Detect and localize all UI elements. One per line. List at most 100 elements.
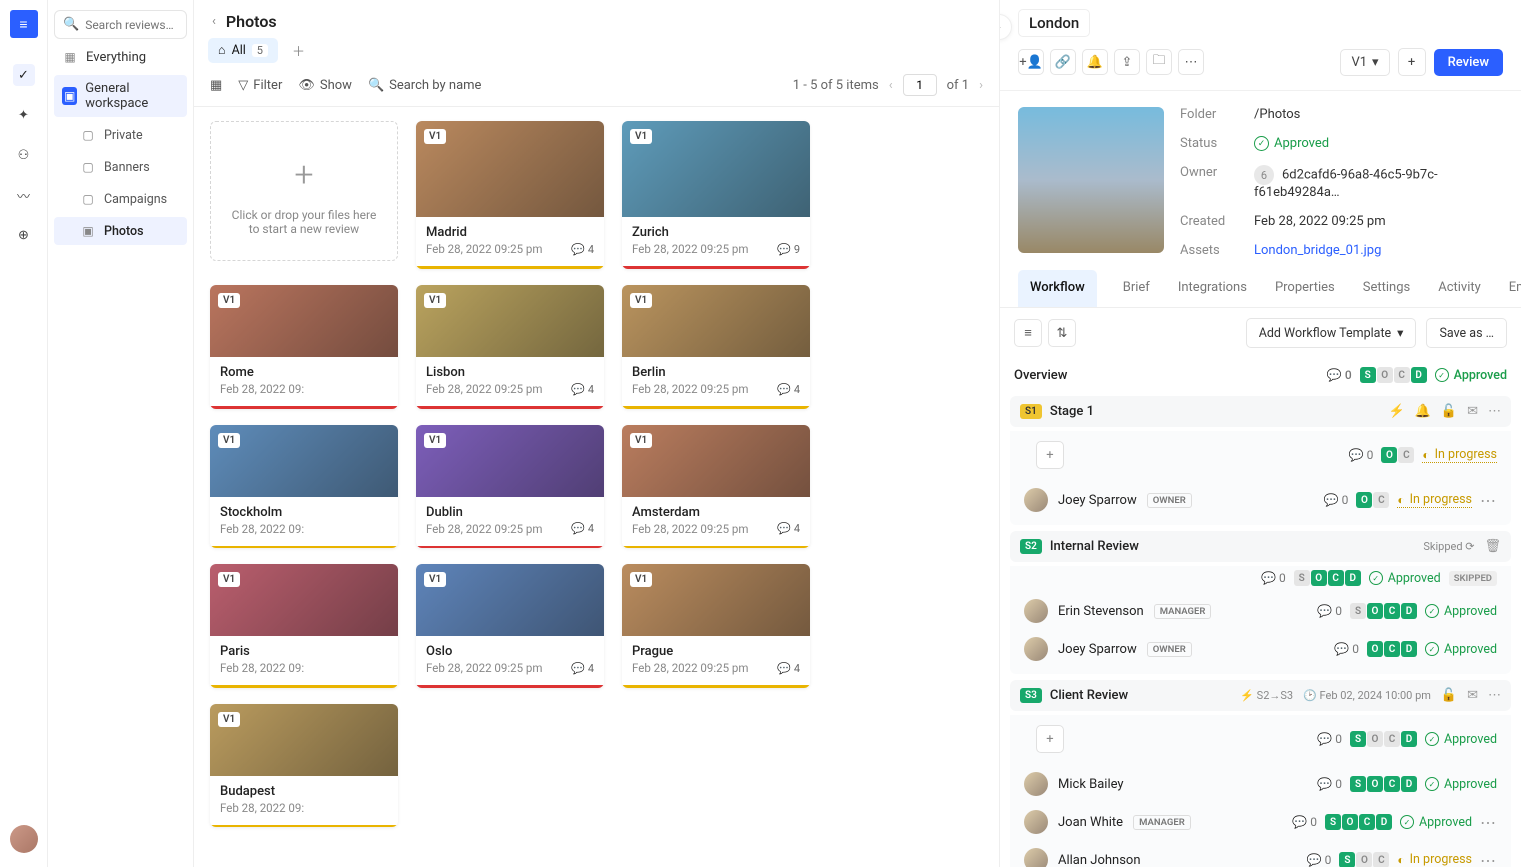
status-approved: Approved <box>1425 777 1497 792</box>
bell-icon[interactable]: 🔔 <box>1415 404 1431 419</box>
row-more-icon[interactable]: ⋯ <box>1480 813 1497 832</box>
nav-campaigns[interactable]: ▢ Campaigns <box>54 185 187 213</box>
view-grid-button[interactable]: ▦ <box>210 78 222 93</box>
rail-analytics-icon[interactable]: 〰 <box>13 184 35 206</box>
page-input[interactable] <box>903 74 937 96</box>
folder-add-icon[interactable]: 🗀 <box>1146 49 1172 75</box>
card-title: Berlin <box>632 365 800 380</box>
tab-all[interactable]: ⌂ All 5 <box>208 38 278 63</box>
lock-icon[interactable]: 🔓 <box>1441 404 1457 419</box>
stage-header[interactable]: S3Client Review ⚡ S2→S3🕑 Feb 02, 2024 10… <box>1010 680 1511 711</box>
rail-add-icon[interactable]: ⊕ <box>13 224 35 246</box>
nav-private-label: Private <box>104 128 143 143</box>
rail-sparkle-icon[interactable]: ✦ <box>13 104 35 126</box>
version-selector[interactable]: V1▾ <box>1340 49 1389 76</box>
card-title: Zurich <box>632 225 800 240</box>
app-logo[interactable]: ≡ <box>10 10 38 38</box>
nav-private[interactable]: ▢ Private <box>54 121 187 149</box>
review-card[interactable]: V1 Dublin Feb 28, 2022 09:25 pm💬 4 <box>416 425 604 549</box>
review-card[interactable]: V1 Berlin Feb 28, 2022 09:25 pm💬 4 <box>622 285 810 409</box>
version-chip: V1 <box>630 572 652 587</box>
workflow-tab-settings[interactable]: Settings <box>1361 270 1412 307</box>
card-grid: + Click or drop your files here to start… <box>194 107 999 867</box>
review-card[interactable]: V1 Madrid Feb 28, 2022 09:25 pm💬 4 <box>416 121 604 269</box>
stage-header[interactable]: S1Stage 1 ⚡🔔🔓✉⋯ <box>1010 396 1511 427</box>
left-rail: ≡ ✓ ✦ ⚇ 〰 ⊕ <box>0 0 48 867</box>
sort-toggle[interactable]: ⇅ <box>1048 319 1076 347</box>
filter-button[interactable]: ▽Filter <box>238 78 282 93</box>
workflow-tab-brief[interactable]: Brief <box>1121 270 1152 307</box>
review-card[interactable]: V1 Zurich Feb 28, 2022 09:25 pm💬 9 <box>622 121 810 269</box>
reviewer-avatar <box>1024 810 1048 834</box>
toolbar: ▦ ▽Filter 👁Show 🔍Search by name 1 - 5 of… <box>194 64 999 107</box>
reviewer-row: Erin StevensonMANAGER 💬 0SOCDApproved <box>1010 592 1511 630</box>
add-tab-button[interactable]: ＋ <box>286 37 311 64</box>
meta-owner-value: 66d2cafd6-96a8-46c5-9b7c-f61eb49284a… <box>1254 165 1503 200</box>
nav-photos[interactable]: ▣ Photos <box>54 217 187 245</box>
share-icon[interactable]: ⇪ <box>1114 49 1140 75</box>
nav-banners[interactable]: ▢ Banners <box>54 153 187 181</box>
review-card[interactable]: V1 Paris Feb 28, 2022 09: <box>210 564 398 688</box>
version-chip: V1 <box>218 712 240 727</box>
trash-icon[interactable]: 🗑 <box>1484 539 1501 554</box>
stage-chip: S3 <box>1020 688 1042 703</box>
add-reviewer-button[interactable]: + <box>1036 441 1064 469</box>
bolt-icon[interactable]: ⚡ <box>1389 404 1405 419</box>
meta-assets-link[interactable]: London_bridge_01.jpg <box>1254 243 1503 258</box>
add-member-icon[interactable]: +👤 <box>1018 49 1044 75</box>
workflow-tab-workflow[interactable]: Workflow <box>1018 270 1097 307</box>
review-button[interactable]: Review <box>1434 49 1503 76</box>
back-button[interactable]: ‹ <box>212 14 216 29</box>
add-reviewer-button[interactable]: + <box>1036 725 1064 753</box>
row-more-icon[interactable]: ⋯ <box>1480 491 1497 510</box>
card-title: Oslo <box>426 644 594 659</box>
nav-everything[interactable]: ▦ Everything <box>54 43 187 71</box>
add-version-button[interactable]: + <box>1398 48 1426 76</box>
card-title: Budapest <box>220 784 388 799</box>
lock-icon[interactable]: 🔓 <box>1441 688 1457 703</box>
search-box[interactable]: 🔍 <box>54 10 187 39</box>
row-more-icon[interactable]: ⋯ <box>1480 851 1497 867</box>
pager-prev[interactable]: ‹ <box>889 78 893 93</box>
workflow-tab-integrations[interactable]: Integrations <box>1176 270 1249 307</box>
plus-icon: + <box>294 158 313 192</box>
workflow-tab-emails[interactable]: Emails <box>1507 270 1521 307</box>
card-comments: 💬 4 <box>571 662 594 675</box>
pager-next[interactable]: › <box>979 78 983 93</box>
stage-comments: 💬 0 <box>1349 448 1374 462</box>
rail-check-icon[interactable]: ✓ <box>13 64 35 86</box>
workflow-tab-activity[interactable]: Activity <box>1436 270 1483 307</box>
list-view-toggle[interactable]: ≡ <box>1014 319 1042 347</box>
review-card[interactable]: V1 Amsterdam Feb 28, 2022 09:25 pm💬 4 <box>622 425 810 549</box>
more-icon[interactable]: ⋯ <box>1178 49 1204 75</box>
review-card[interactable]: V1 Rome Feb 28, 2022 09: <box>210 285 398 409</box>
workflow-tab-properties[interactable]: Properties <box>1273 270 1337 307</box>
dots-icon[interactable]: ⋯ <box>1488 404 1501 419</box>
review-card[interactable]: V1 Budapest Feb 28, 2022 09: <box>210 704 398 828</box>
show-button[interactable]: 👁Show <box>298 78 352 93</box>
stage-header[interactable]: S2Internal Review Skipped ⟳🗑 <box>1010 531 1511 562</box>
owner-id: 6d2cafd6-96a8-46c5-9b7c-f61eb49284a… <box>1254 168 1438 201</box>
review-card[interactable]: V1 Stockholm Feb 28, 2022 09: <box>210 425 398 549</box>
user-avatar[interactable] <box>10 825 38 853</box>
upload-card[interactable]: + Click or drop your files here to start… <box>210 121 398 261</box>
save-as-button[interactable]: Save as … <box>1426 318 1507 348</box>
review-card[interactable]: V1 Lisbon Feb 28, 2022 09:25 pm💬 4 <box>416 285 604 409</box>
card-comments: 💬 4 <box>777 522 800 535</box>
mail-icon[interactable]: ✉ <box>1467 688 1478 703</box>
bell-icon[interactable]: 🔔 <box>1082 49 1108 75</box>
meta-folder-value[interactable]: /Photos <box>1254 107 1503 122</box>
review-card[interactable]: V1 Oslo Feb 28, 2022 09:25 pm💬 4 <box>416 564 604 688</box>
link-icon[interactable]: 🔗 <box>1050 49 1076 75</box>
dots-icon[interactable]: ⋯ <box>1488 688 1501 703</box>
add-template-button[interactable]: Add Workflow Template▾ <box>1246 318 1417 348</box>
nav-workspace[interactable]: ▣ General workspace <box>54 75 187 117</box>
meta-created-value: Feb 28, 2022 09:25 pm <box>1254 214 1503 229</box>
mail-icon[interactable]: ✉ <box>1467 404 1478 419</box>
stage-name: Internal Review <box>1050 539 1139 554</box>
rail-people-icon[interactable]: ⚇ <box>13 144 35 166</box>
stage-chip: S2 <box>1020 539 1042 554</box>
search-name-button[interactable]: 🔍Search by name <box>368 78 482 93</box>
search-icon: 🔍 <box>63 17 79 32</box>
review-card[interactable]: V1 Prague Feb 28, 2022 09:25 pm💬 4 <box>622 564 810 688</box>
